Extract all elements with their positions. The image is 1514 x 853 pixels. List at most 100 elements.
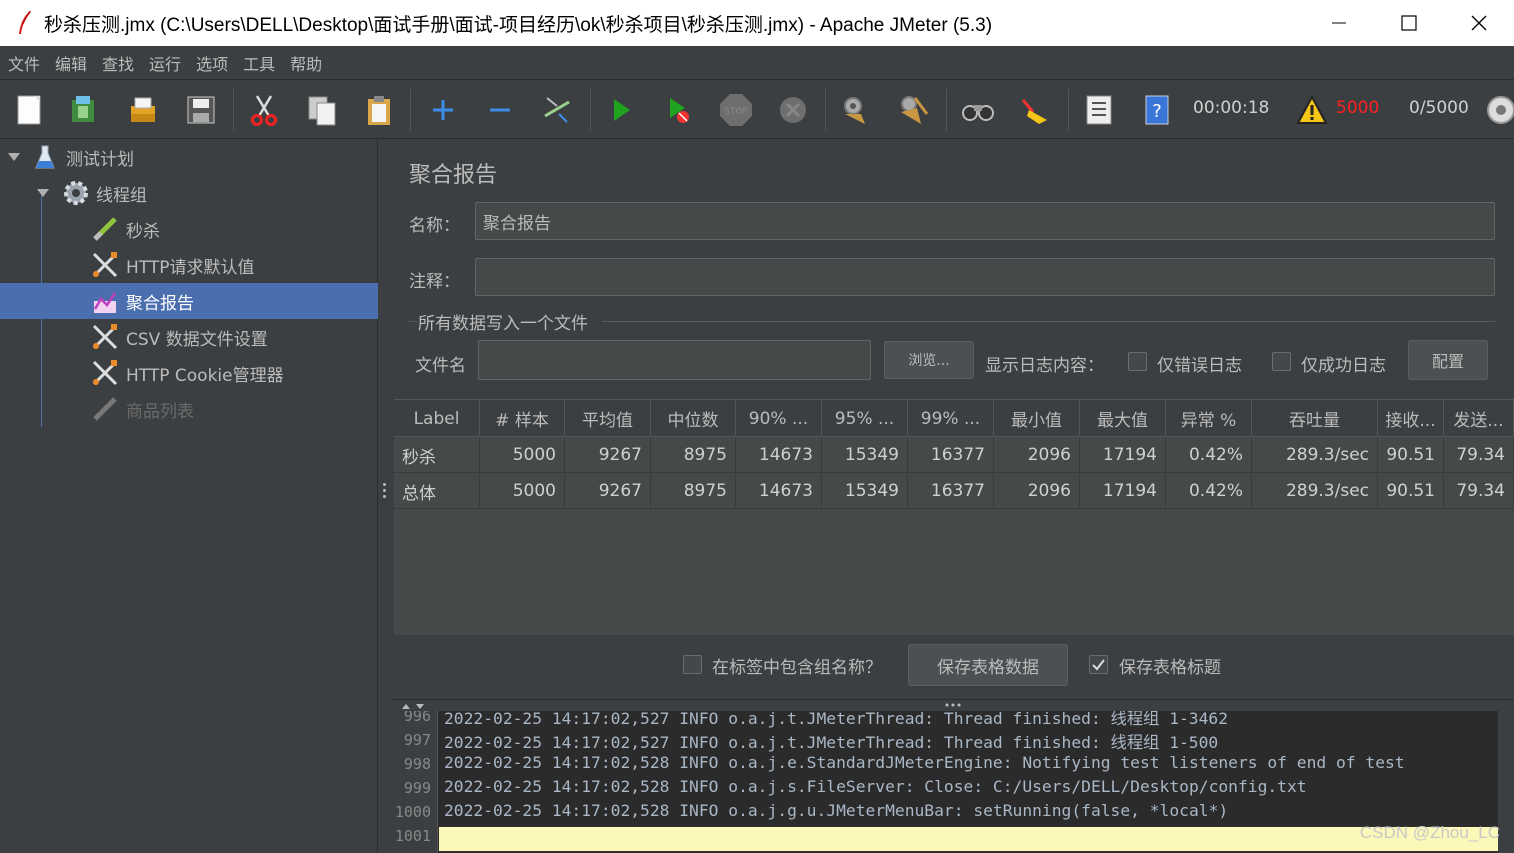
jmeter-feather-icon (19, 10, 31, 34)
table-row[interactable]: 秒杀 5000 9267 8975 14673 15349 16377 2096… (394, 437, 1514, 473)
comment-label: 注释： (409, 272, 460, 292)
tree-item-seckill[interactable]: 秒杀 (0, 211, 378, 247)
templates-icon[interactable] (67, 93, 101, 127)
tree-expand-arrow[interactable] (37, 189, 49, 197)
browse-button[interactable]: 浏览... (884, 341, 974, 379)
config-icon (92, 252, 118, 278)
tree-item-http-defaults[interactable]: HTTP请求默认值 (0, 247, 378, 283)
function-helper-icon[interactable] (1082, 93, 1116, 127)
tree-item-aggregate-report[interactable]: 聚合报告 (0, 283, 378, 319)
menu-run[interactable]: 运行 (149, 51, 181, 75)
open-icon[interactable] (126, 93, 160, 127)
column-header[interactable]: 异常 % (1166, 400, 1252, 437)
menu-tools[interactable]: 工具 (243, 51, 275, 75)
tree-item-csv-config[interactable]: CSV 数据文件设置 (0, 319, 378, 355)
log-viewer[interactable]: 996 997 998 999 1000 1001 2022-02-25 14:… (392, 711, 1514, 853)
include-group-checkbox[interactable] (683, 655, 702, 674)
errors-only-checkbox[interactable] (1128, 352, 1147, 371)
column-header[interactable]: 平均值 (565, 400, 651, 437)
menu-bar: 文件 编辑 查找 运行 选项 工具 帮助 (0, 46, 1514, 80)
menu-options[interactable]: 选项 (196, 51, 228, 75)
save-header-checkbox[interactable] (1089, 655, 1108, 674)
tree-item-product-list[interactable]: 商品列表 (0, 391, 378, 427)
start-no-pause-icon[interactable] (662, 93, 696, 127)
help-icon[interactable]: ? (1140, 93, 1174, 127)
shutdown-icon[interactable] (776, 93, 810, 127)
horizontal-splitter[interactable] (392, 699, 1514, 711)
column-header[interactable]: 发送... (1444, 400, 1514, 437)
line-number: 1001 (394, 827, 431, 845)
close-button[interactable] (1444, 0, 1514, 46)
report-icon (93, 292, 117, 313)
line-number: 999 (403, 779, 431, 797)
table-cell: 16377 (908, 473, 994, 509)
menu-edit[interactable]: 编辑 (55, 51, 87, 75)
menu-help[interactable]: 帮助 (290, 51, 322, 75)
save-header-label: 保存表格标题 (1119, 658, 1221, 678)
save-table-button[interactable]: 保存表格数据 (908, 644, 1068, 686)
config-icon (92, 324, 118, 350)
tree-item-thread-group[interactable]: 线程组 (0, 175, 378, 211)
toggle-icon[interactable] (540, 93, 574, 127)
column-header[interactable]: 中位数 (651, 400, 736, 437)
warning-icon[interactable] (1295, 93, 1329, 127)
current-line-highlight (439, 827, 1499, 851)
tree-item-label: HTTP请求默认值 (126, 257, 255, 278)
column-header[interactable]: 吞吐量 (1252, 400, 1378, 437)
collapse-icon[interactable] (483, 93, 517, 127)
menu-file[interactable]: 文件 (8, 51, 40, 75)
tree-item-test-plan[interactable]: 测试计划 (0, 139, 378, 175)
aggregate-report-panel: 聚合报告 名称： 聚合报告 注释： 所有数据写入一个文件 文件名 浏览... 显… (392, 139, 1514, 699)
start-icon[interactable] (604, 93, 638, 127)
name-input[interactable]: 聚合报告 (475, 202, 1495, 240)
thread-group-icon (64, 181, 88, 205)
table-cell: 8975 (651, 473, 736, 509)
new-icon[interactable] (13, 93, 47, 127)
column-header[interactable]: 最大值 (1080, 400, 1166, 437)
table-cell: 15349 (822, 473, 908, 509)
clear-icon[interactable] (838, 93, 872, 127)
column-header[interactable]: 最小值 (994, 400, 1080, 437)
config-icon (92, 360, 118, 386)
log-scrollbar[interactable] (1498, 711, 1514, 853)
tree-item-label: 线程组 (96, 185, 147, 206)
log-line: 2022-02-25 14:17:02,527 INFO o.a.j.t.JMe… (444, 733, 1219, 752)
filename-input[interactable] (478, 340, 871, 380)
tree-item-label: CSV 数据文件设置 (126, 329, 268, 350)
expand-icon[interactable] (426, 93, 460, 127)
tree-item-label: 聚合报告 (126, 293, 194, 314)
copy-icon[interactable] (305, 93, 339, 127)
error-count: 5000 (1336, 98, 1380, 118)
comment-input[interactable] (475, 258, 1495, 296)
stop-icon[interactable]: STOP (719, 93, 753, 127)
table-cell: 9267 (565, 473, 651, 509)
success-only-checkbox[interactable] (1272, 352, 1291, 371)
maximize-button[interactable] (1374, 0, 1444, 46)
search-icon[interactable] (961, 93, 995, 127)
cut-icon[interactable] (247, 93, 281, 127)
tree-expand-arrow[interactable] (8, 153, 20, 161)
elapsed-time: 00:00:18 (1193, 98, 1270, 118)
column-header[interactable]: Label (394, 400, 480, 437)
vertical-splitter[interactable] (378, 139, 392, 853)
column-header[interactable]: 接收... (1378, 400, 1444, 437)
column-header[interactable]: 90% ... (736, 400, 822, 437)
active-threads: 0/5000 (1409, 98, 1469, 118)
paste-icon[interactable] (362, 93, 396, 127)
minimize-button[interactable] (1304, 0, 1374, 46)
remote-icon[interactable] (1486, 93, 1514, 127)
column-header[interactable]: 95% ... (822, 400, 908, 437)
configure-button[interactable]: 配置 (1408, 340, 1488, 380)
splitter-arrows-icon[interactable] (400, 702, 430, 710)
line-number: 1000 (394, 803, 431, 821)
maximize-icon (1401, 15, 1417, 31)
reset-search-icon[interactable] (1018, 93, 1052, 127)
column-header[interactable]: # 样本 (480, 400, 565, 437)
save-icon[interactable] (184, 93, 218, 127)
menu-search[interactable]: 查找 (102, 51, 134, 75)
column-header[interactable]: 99% ... (908, 400, 994, 437)
table-cell: 79.34 (1444, 437, 1514, 473)
tree-item-cookie-manager[interactable]: HTTP Cookie管理器 (0, 355, 378, 391)
clear-all-icon[interactable] (896, 93, 930, 127)
table-row[interactable]: 总体 5000 9267 8975 14673 15349 16377 2096… (394, 473, 1514, 509)
